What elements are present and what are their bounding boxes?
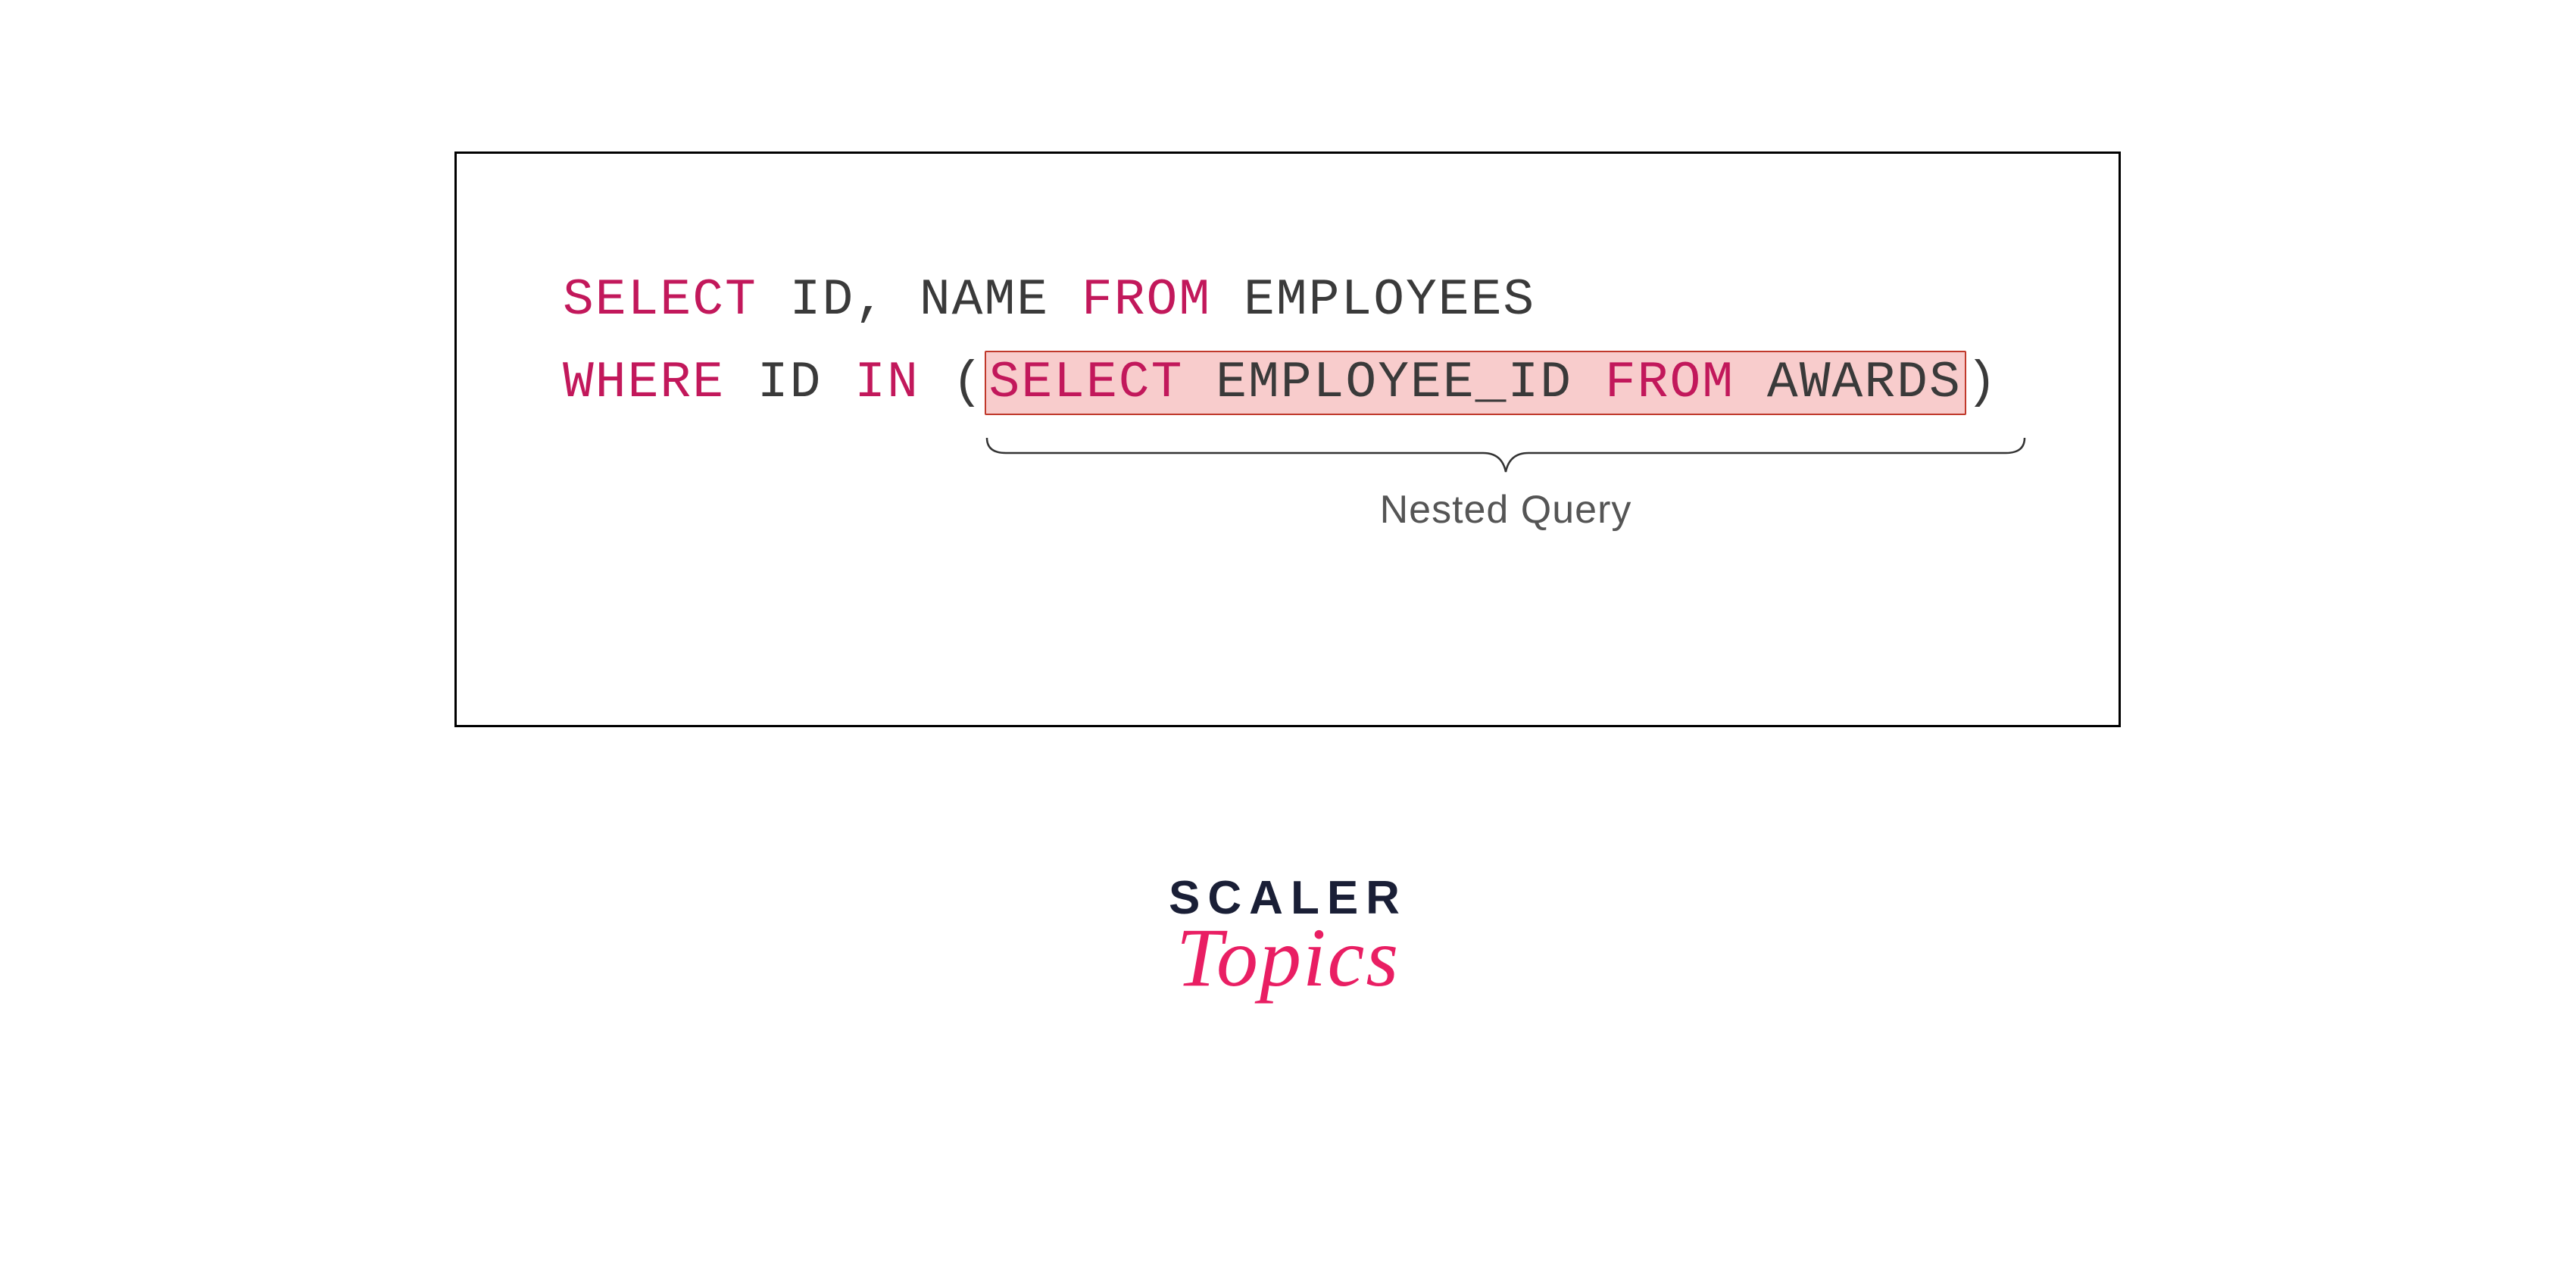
- nested-query-label: Nested Query: [983, 487, 2028, 533]
- curly-brace-icon: [983, 434, 2028, 480]
- columns-text: ID, NAME: [757, 271, 1082, 330]
- keyword-where: WHERE: [563, 354, 725, 412]
- table-text: EMPLOYEES: [1211, 271, 1535, 330]
- scaler-topics-logo: SCALER Topics: [1169, 871, 1407, 1006]
- sql-diagram-box: SELECT ID, NAME FROM EMPLOYEES WHERE ID …: [454, 152, 2121, 727]
- paren-close: ): [1966, 354, 1999, 412]
- paren-open: (: [920, 354, 985, 412]
- sql-line-2: WHERE ID IN (SELECT EMPLOYEE_ID FROM AWA…: [563, 342, 2043, 425]
- keyword-select: SELECT: [563, 271, 757, 330]
- nested-query-highlight: SELECT EMPLOYEE_ID FROM AWARDS: [985, 351, 1966, 415]
- keyword-in: IN: [854, 354, 920, 412]
- nested-keyword-from: FROM: [1605, 354, 1735, 412]
- nested-table-text: AWARDS: [1735, 354, 1962, 412]
- curly-brace-annotation: [983, 434, 2028, 480]
- keyword-from: FROM: [1082, 271, 1211, 330]
- column-id-text: ID: [725, 354, 854, 412]
- sql-line-1: SELECT ID, NAME FROM EMPLOYEES: [563, 260, 2043, 342]
- logo-text-topics: Topics: [1169, 910, 1407, 1006]
- nested-column-text: EMPLOYEE_ID: [1183, 354, 1605, 412]
- nested-keyword-select: SELECT: [989, 354, 1184, 412]
